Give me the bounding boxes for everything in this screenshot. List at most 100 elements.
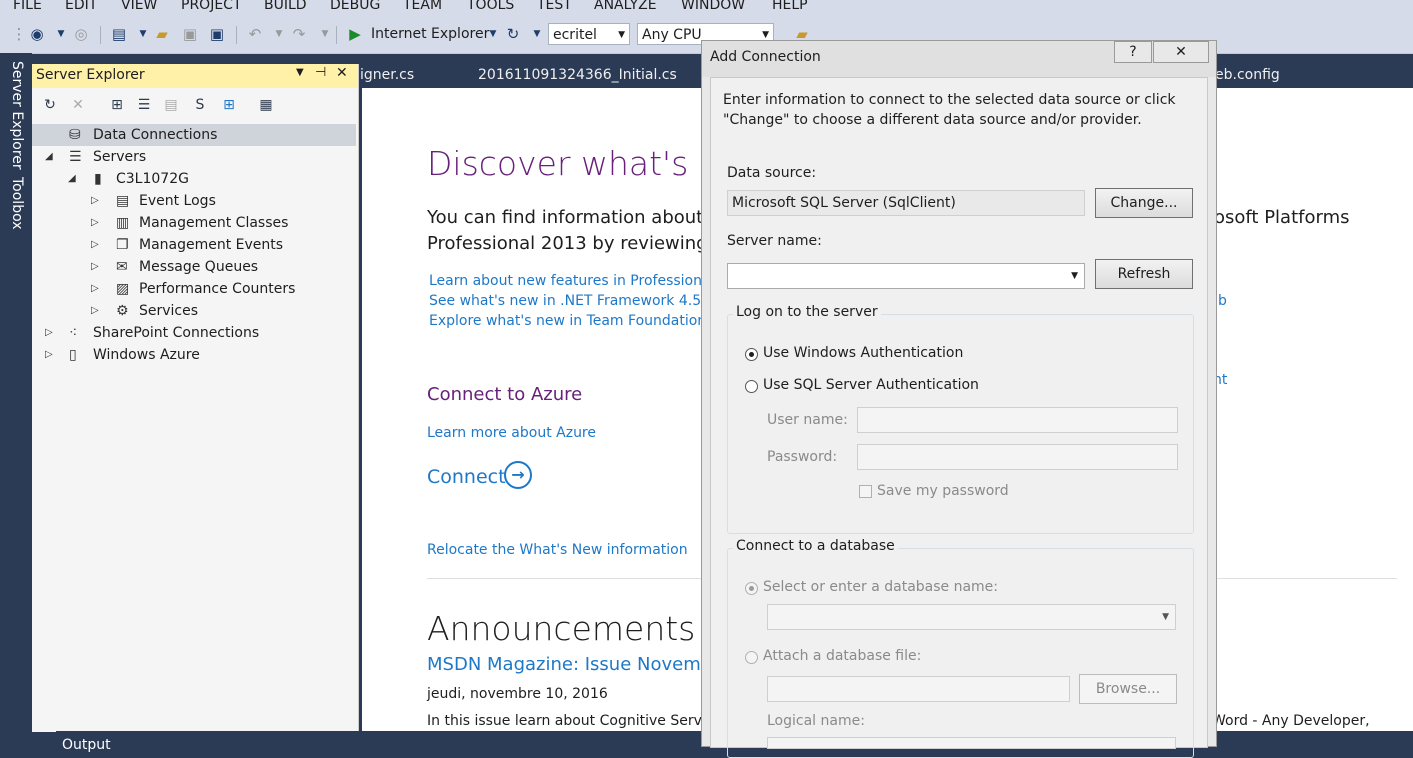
run-target-label[interactable]: Internet Explorer bbox=[371, 26, 489, 42]
close-icon[interactable]: ✕ bbox=[336, 65, 348, 81]
collapsed-arrow-icon[interactable]: ▷ bbox=[91, 234, 99, 256]
connect-to-server-icon[interactable]: ☰ bbox=[135, 96, 153, 114]
back-dropdown-icon[interactable]: ▼ bbox=[52, 25, 70, 43]
navigate-forward-icon[interactable]: ◎ bbox=[72, 25, 90, 43]
connect-to-sql-icon[interactable]: S bbox=[191, 96, 209, 114]
connect-to-sharepoint-icon[interactable]: ▤ bbox=[162, 96, 180, 114]
change-button[interactable]: Change... bbox=[1095, 188, 1193, 218]
help-button[interactable]: ? bbox=[1114, 41, 1152, 63]
redo-icon[interactable]: ↷ bbox=[290, 25, 308, 43]
redo-dropdown-icon[interactable]: ▼ bbox=[316, 25, 334, 43]
tree-node-windows-azure[interactable]: ▷ ▯ Windows Azure bbox=[32, 344, 356, 366]
windows-azure-icon[interactable]: ⊞ bbox=[220, 96, 238, 114]
connect-link[interactable]: Connect bbox=[427, 466, 506, 488]
refresh-icon[interactable]: ↻ bbox=[41, 96, 59, 114]
window-position-icon[interactable]: ▼ bbox=[296, 67, 304, 78]
close-button[interactable]: ✕ bbox=[1153, 41, 1209, 63]
refresh-dropdown-icon[interactable]: ▼ bbox=[528, 25, 546, 43]
menu-debug[interactable]: DEBUG bbox=[330, 0, 380, 13]
undo-icon[interactable]: ↶ bbox=[246, 25, 264, 43]
properties-icon[interactable]: ▦ bbox=[257, 96, 275, 114]
menu-analyze[interactable]: ANALYZE bbox=[594, 0, 657, 13]
new-dropdown-icon[interactable]: ▼ bbox=[134, 25, 152, 43]
tree-node-data-connections[interactable]: ⛁ Data Connections bbox=[32, 124, 356, 146]
connect-to-database-icon[interactable]: ⊞ bbox=[108, 96, 126, 114]
attach-database-label[interactable]: Attach a database file: bbox=[763, 648, 921, 664]
open-file-icon[interactable]: ▰ bbox=[153, 25, 171, 43]
tab-designer-cs[interactable]: igner.cs bbox=[360, 67, 414, 83]
dotnet-whats-new-link[interactable]: See what's new in .NET Framework 4.5.1 bbox=[429, 293, 715, 309]
collapsed-arrow-icon[interactable]: ▷ bbox=[91, 278, 99, 300]
connect-arrow-icon[interactable]: → bbox=[504, 461, 532, 489]
collapsed-arrow-icon[interactable]: ▷ bbox=[91, 256, 99, 278]
username-field[interactable] bbox=[857, 407, 1178, 433]
pin-icon[interactable]: ⊣ bbox=[315, 65, 326, 80]
browse-button[interactable]: Browse... bbox=[1079, 674, 1177, 704]
relocate-link[interactable]: Relocate the What's New information bbox=[427, 542, 688, 558]
menu-team[interactable]: TEAM bbox=[403, 0, 442, 13]
save-password-label[interactable]: Save my password bbox=[877, 483, 1009, 499]
tab-server-explorer[interactable]: Server Explorer bbox=[9, 61, 25, 170]
menu-test[interactable]: TEST bbox=[537, 0, 572, 13]
learn-azure-link[interactable]: Learn more about Azure bbox=[427, 425, 596, 441]
tree-node-services[interactable]: ▷ ⚙ Services bbox=[32, 300, 356, 322]
menu-edit[interactable]: EDIT bbox=[65, 0, 97, 13]
expanded-arrow-icon[interactable]: ◢ bbox=[68, 168, 76, 190]
partial-link-b[interactable]: b bbox=[1218, 293, 1227, 309]
refresh-button[interactable]: Refresh bbox=[1095, 259, 1193, 289]
windows-auth-radio[interactable] bbox=[745, 348, 758, 361]
tree-node-machine[interactable]: ◢ ▮ C3L1072G bbox=[32, 168, 356, 190]
tree-node-event-logs[interactable]: ▷ ▤ Event Logs bbox=[32, 190, 356, 212]
dialog-title-bar[interactable]: Add Connection ? ✕ bbox=[702, 41, 1216, 77]
navigate-back-icon[interactable]: ◉ bbox=[28, 25, 46, 43]
sql-auth-label[interactable]: Use SQL Server Authentication bbox=[763, 377, 979, 393]
save-all-icon[interactable]: ▣ bbox=[208, 25, 226, 43]
tab-initial-migration[interactable]: 201611091324366_Initial.cs bbox=[478, 67, 677, 83]
windows-auth-label[interactable]: Use Windows Authentication bbox=[763, 345, 963, 361]
refresh-browser-icon[interactable]: ↻ bbox=[504, 25, 522, 43]
new-features-link[interactable]: Learn about new features in Professional bbox=[429, 273, 714, 289]
undo-dropdown-icon[interactable]: ▼ bbox=[270, 25, 288, 43]
menu-window[interactable]: WINDOW bbox=[681, 0, 745, 13]
menu-tools[interactable]: TOOLS bbox=[467, 0, 514, 13]
collapsed-arrow-icon[interactable]: ▷ bbox=[91, 300, 99, 322]
chevron-down-icon[interactable]: ▼ bbox=[1071, 264, 1078, 288]
new-project-icon[interactable]: ▤ bbox=[110, 25, 128, 43]
menu-help[interactable]: HELP bbox=[772, 0, 808, 13]
select-database-radio[interactable] bbox=[745, 582, 758, 595]
sql-auth-radio[interactable] bbox=[745, 380, 758, 393]
collapsed-arrow-icon[interactable]: ▷ bbox=[45, 344, 53, 366]
select-database-label[interactable]: Select or enter a database name: bbox=[763, 579, 998, 595]
collapsed-arrow-icon[interactable]: ▷ bbox=[91, 190, 99, 212]
stop-icon[interactable]: ✕ bbox=[69, 96, 87, 114]
menu-project[interactable]: PROJECT bbox=[181, 0, 242, 13]
run-target-dropdown-icon[interactable]: ▼ bbox=[484, 25, 502, 43]
chevron-down-icon[interactable]: ▼ bbox=[1162, 605, 1169, 629]
server-name-combobox[interactable]: ▼ bbox=[727, 263, 1085, 289]
database-file-field[interactable] bbox=[767, 676, 1070, 702]
logical-name-field[interactable] bbox=[767, 737, 1176, 749]
tree-node-management-events[interactable]: ▷ ❐ Management Events bbox=[32, 234, 356, 256]
start-debugging-icon[interactable]: ▶ bbox=[346, 25, 364, 43]
menu-build[interactable]: BUILD bbox=[264, 0, 307, 13]
save-password-checkbox[interactable] bbox=[859, 485, 872, 498]
collapsed-arrow-icon[interactable]: ▷ bbox=[45, 322, 53, 344]
menu-file[interactable]: FILE bbox=[13, 0, 42, 13]
collapsed-arrow-icon[interactable]: ▷ bbox=[91, 212, 99, 234]
tree-node-message-queues[interactable]: ▷ ✉ Message Queues bbox=[32, 256, 356, 278]
tree-node-performance-counters[interactable]: ▷ ▨ Performance Counters bbox=[32, 278, 356, 300]
attach-database-radio[interactable] bbox=[745, 651, 758, 664]
tree-node-sharepoint[interactable]: ▷ ⁖ SharePoint Connections bbox=[32, 322, 356, 344]
tab-web-config[interactable]: eb.config bbox=[1215, 67, 1280, 83]
save-icon[interactable]: ▣ bbox=[181, 25, 199, 43]
news-title-link[interactable]: MSDN Magazine: Issue Novemb bbox=[427, 654, 712, 675]
tfs-whats-new-link[interactable]: Explore what's new in Team Foundation S bbox=[429, 313, 720, 329]
tree-node-servers[interactable]: ◢ ☰ Servers bbox=[32, 146, 356, 168]
expanded-arrow-icon[interactable]: ◢ bbox=[45, 146, 53, 168]
solution-configuration-select[interactable]: ecritel ▼ bbox=[548, 23, 630, 45]
tab-toolbox[interactable]: Toolbox bbox=[9, 177, 25, 230]
menu-view[interactable]: VIEW bbox=[121, 0, 157, 13]
password-field[interactable] bbox=[857, 444, 1178, 470]
database-name-combobox[interactable]: ▼ bbox=[767, 604, 1176, 630]
tree-node-management-classes[interactable]: ▷ ▥ Management Classes bbox=[32, 212, 356, 234]
